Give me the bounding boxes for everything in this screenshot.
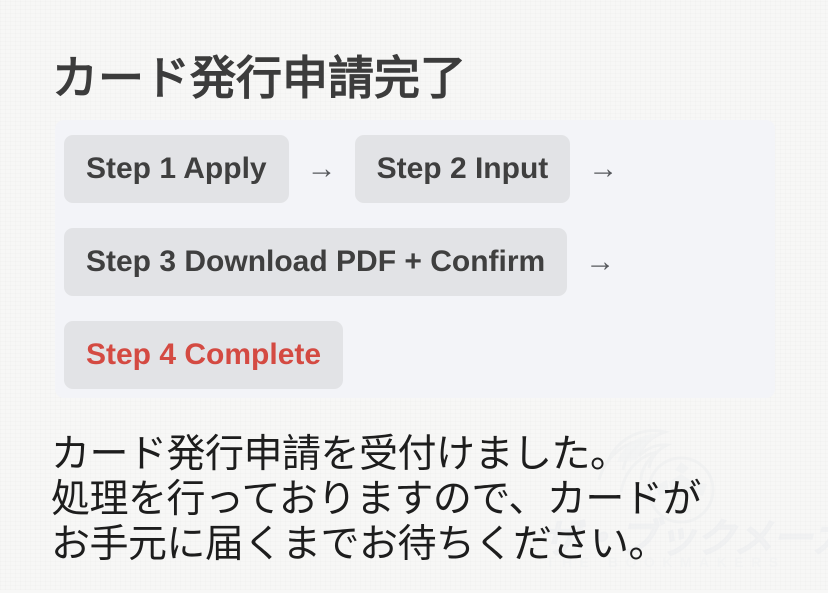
step-chip-label: Step 2 Input (376, 152, 549, 185)
step-row: Step 4 Complete (64, 321, 775, 389)
message-line-3: お手元に届くまでお待ちください。 (51, 523, 668, 566)
step-chip-label: Step 4 Complete (86, 338, 322, 371)
step-chip-3[interactable]: Step 3 Download PDF + Confirm (64, 228, 568, 296)
step-row: Step 1 Apply → Step 2 Input → (64, 135, 775, 203)
step-chip-label: Step 1 Apply (86, 152, 267, 185)
page-title: カード発行申請完了 (52, 51, 466, 104)
step-arrow-icon: → (306, 152, 337, 185)
confirmation-message: カード発行申請を受付けました。 処理を行っておりますので、カードが お手元に届く… (51, 432, 701, 567)
step-chip-1[interactable]: Step 1 Apply (64, 135, 289, 203)
step-arrow-icon: → (585, 245, 616, 278)
step-progress-panel: Step 1 Apply → Step 2 Input → Step 3 Dow… (55, 120, 775, 398)
message-line-1: カード発行申請を受付けました。 (51, 433, 629, 476)
step-row: Step 3 Download PDF + Confirm → (64, 228, 775, 296)
step-chip-4[interactable]: Step 4 Complete (64, 321, 344, 389)
step-chip-2[interactable]: Step 2 Input (354, 135, 571, 203)
message-line-2: 処理を行っておりますので、カードが (51, 478, 701, 521)
step-chip-label: Step 3 Download PDF + Confirm (86, 245, 546, 278)
step-arrow-icon: → (588, 152, 619, 185)
